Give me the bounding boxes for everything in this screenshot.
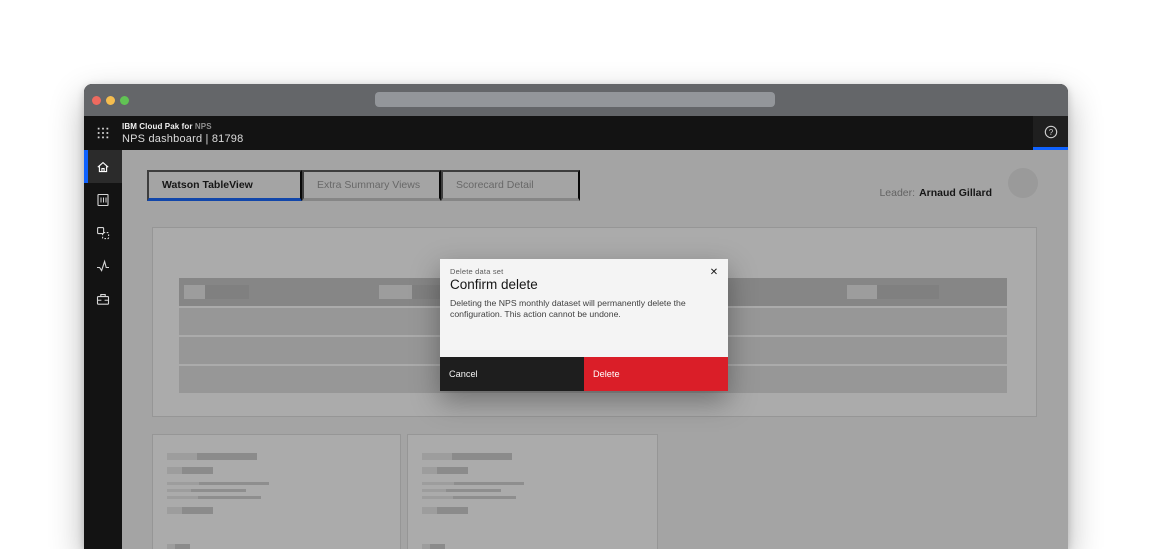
modal-footer: Cancel Delete (440, 357, 728, 391)
header-titles: IBM Cloud Pak for NPS NPS dashboard | 81… (122, 122, 243, 145)
window-titlebar (84, 84, 1068, 116)
traffic-lights (92, 96, 129, 105)
active-indicator (84, 150, 88, 183)
svg-text:?: ? (1048, 128, 1053, 137)
product-name-strong: IBM Cloud Pak for (122, 122, 193, 131)
home-icon (95, 159, 111, 175)
sidebar-nav (84, 150, 122, 549)
cancel-button[interactable]: Cancel (440, 357, 584, 391)
app-header: IBM Cloud Pak for NPS NPS dashboard | 81… (84, 116, 1068, 150)
app-body: Watson TableView Extra Summary Views Sco… (84, 150, 1068, 549)
confirm-delete-modal: Delete data set Confirm delete Deleting … (440, 259, 728, 391)
window-maximize-button[interactable] (120, 96, 129, 105)
sidebar-item-data-sets[interactable] (84, 216, 122, 249)
sidebar-item-home[interactable] (84, 150, 122, 183)
activity-icon (95, 258, 111, 274)
report-icon (95, 192, 111, 208)
help-icon: ? (1043, 124, 1059, 140)
address-bar[interactable] (375, 92, 775, 107)
data-sets-icon (95, 225, 111, 241)
modal-context-label: Delete data set (450, 267, 503, 276)
app-switcher-button[interactable] (84, 116, 122, 150)
help-button[interactable]: ? (1033, 116, 1068, 150)
toolbox-icon (95, 291, 111, 307)
close-icon[interactable]: ✕ (705, 263, 723, 281)
browser-window: IBM Cloud Pak for NPS NPS dashboard | 81… (84, 84, 1068, 549)
desktop: IBM Cloud Pak for NPS NPS dashboard | 81… (0, 0, 1152, 549)
modal-title: Confirm delete (450, 277, 538, 292)
sidebar-item-toolbox[interactable] (84, 282, 122, 315)
modal-body-text: Deleting the NPS monthly dataset will pe… (450, 298, 696, 320)
product-name-suffix: NPS (195, 122, 212, 131)
delete-button[interactable]: Delete (584, 357, 728, 391)
grid-icon (96, 126, 110, 140)
sidebar-item-report[interactable] (84, 183, 122, 216)
product-name: IBM Cloud Pak for NPS (122, 123, 243, 131)
window-minimize-button[interactable] (106, 96, 115, 105)
main-content: Watson TableView Extra Summary Views Sco… (122, 150, 1068, 549)
page-title: NPS dashboard | 81798 (122, 134, 243, 145)
window-close-button[interactable] (92, 96, 101, 105)
sidebar-item-activity[interactable] (84, 249, 122, 282)
